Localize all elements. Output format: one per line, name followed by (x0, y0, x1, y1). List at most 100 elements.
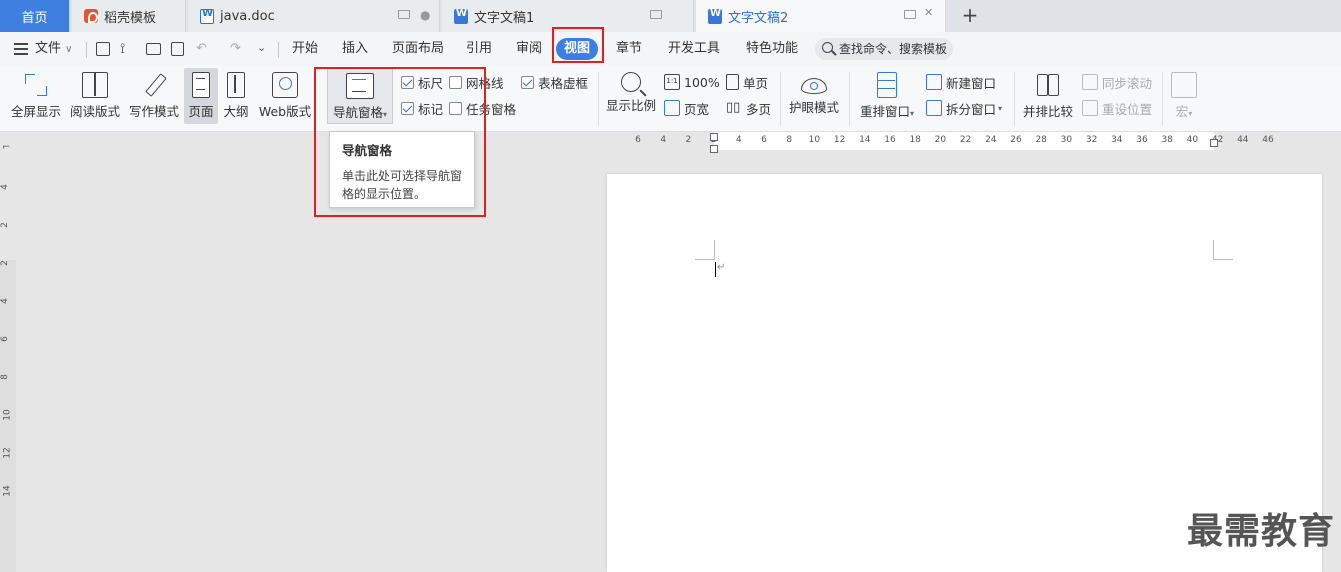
file-menu[interactable]: 文件 ∨ (35, 32, 72, 66)
monitor-icon[interactable] (398, 10, 410, 19)
single-page-button[interactable]: 单页 (726, 72, 768, 92)
tab-home-label: 首页 (21, 10, 48, 26)
ruler-tick-label: 8 (786, 135, 793, 145)
zoom-button[interactable]: 显示比例 (604, 68, 658, 124)
ruler-tick-label: 2 (685, 135, 692, 145)
single-page-icon (726, 74, 739, 90)
checkbox-checked-icon (521, 75, 534, 89)
highlight-view-tab (552, 27, 604, 63)
tab-doc2-label: 文字文稿2 (728, 10, 789, 26)
tab-stop-selector-icon[interactable]: ⌐ (2, 142, 10, 153)
outline-view-label: 大纲 (223, 104, 249, 119)
menu-special-features[interactable]: 特色功能 (746, 32, 798, 66)
pen-icon (141, 72, 167, 98)
right-indent-marker[interactable] (1210, 139, 1218, 147)
eye-protection-label: 护眼模式 (788, 100, 839, 115)
ruler-tick-label: 44 (1237, 135, 1249, 145)
ruler-tick-label: 24 (985, 135, 997, 145)
redo-icon[interactable]: ↷ (230, 41, 246, 57)
page-width-label: 页宽 (684, 101, 710, 117)
undo-icon[interactable]: ↶ (196, 41, 212, 57)
ruler-active-area (0, 160, 16, 260)
macro-button[interactable]: 宏▾ (1166, 68, 1202, 124)
divider (598, 72, 599, 126)
sync-scroll-label: 同步滚动 (1102, 75, 1153, 91)
reading-layout-button[interactable]: 阅读版式 (68, 68, 122, 124)
ruler-tick-label: 18 (909, 135, 921, 145)
multi-page-button[interactable]: ▯▯ 多页 (726, 98, 771, 118)
format-painter-icon[interactable]: ⟟ (120, 41, 136, 57)
menu-developer[interactable]: 开发工具 (668, 32, 720, 66)
sync-scroll-button[interactable]: 同步滚动 (1082, 72, 1152, 92)
ruler-tick-label: 6 (0, 336, 10, 342)
left-indent-marker[interactable] (710, 145, 718, 153)
reset-position-label: 重设位置 (1102, 101, 1153, 117)
writing-mode-button[interactable]: 写作模式 (126, 68, 182, 124)
outline-icon (227, 72, 245, 98)
ruler-tick-label: 12 (2, 447, 13, 459)
tab-doc1-label: 文字文稿1 (474, 10, 535, 26)
side-by-side-button[interactable]: 并排比较 (1020, 68, 1076, 124)
print-icon[interactable] (146, 43, 161, 55)
chevron-down-icon: ∨ (65, 44, 73, 55)
web-icon (272, 72, 298, 98)
tab-home[interactable]: 首页 (0, 0, 70, 32)
rearrange-windows-button[interactable]: 重排窗口▾ (856, 68, 918, 124)
menu-references[interactable]: 引用 (466, 32, 492, 66)
page-view-button[interactable]: 页面 (184, 68, 218, 124)
ruler-tick-label: 34 (1111, 135, 1123, 145)
zoom-100-label: 100% (684, 74, 720, 90)
divider (1014, 72, 1015, 126)
table-gridlines-checkbox[interactable]: 表格虚框 (521, 72, 588, 92)
table-gridlines-label: 表格虚框 (538, 75, 589, 91)
web-layout-label: Web版式 (258, 104, 312, 119)
multi-page-icon: ▯▯ (726, 100, 741, 115)
ruler-tick-label: 10 (2, 409, 13, 421)
ruler-tick-label: 10 (808, 135, 821, 145)
macro-label: 宏 (1175, 104, 1189, 119)
menu-insert[interactable]: 插入 (342, 32, 368, 66)
new-window-icon (926, 74, 942, 90)
divider (278, 42, 279, 58)
ruler-tick-label: 14 (2, 485, 13, 497)
writing-mode-label: 写作模式 (128, 104, 179, 119)
menu-page-layout[interactable]: 页面布局 (392, 32, 444, 66)
menu-chapter[interactable]: 章节 (616, 32, 642, 66)
web-layout-button[interactable]: Web版式 (256, 68, 314, 124)
tab-java-doc[interactable]: java.doc ● (188, 0, 440, 32)
reset-position-button[interactable]: 重设位置 (1082, 98, 1152, 118)
new-tab-plus-icon[interactable]: + (958, 4, 982, 28)
unsaved-dot-icon: ● (420, 8, 431, 22)
menu-review[interactable]: 审阅 (516, 32, 542, 66)
divider (86, 42, 87, 58)
one-to-one-icon: 1:1 (664, 74, 680, 90)
search-placeholder: 查找命令、搜索模板 (839, 42, 948, 56)
close-icon[interactable]: ✕ (924, 6, 933, 19)
tab-doc2[interactable]: 文字文稿2 ✕ (696, 0, 946, 32)
first-line-indent-marker[interactable] (710, 133, 718, 141)
highlight-nav-pane (314, 67, 486, 217)
eye-icon (801, 78, 827, 94)
save-icon[interactable] (96, 42, 110, 56)
ruler-tick-label: 2 (0, 260, 10, 266)
menu-home[interactable]: 开始 (292, 32, 318, 66)
divider (849, 72, 850, 126)
tab-daoke[interactable]: 稻壳模板 (72, 0, 186, 32)
page-width-button[interactable]: 页宽 (664, 98, 709, 118)
fullscreen-button[interactable]: 全屏显示 (8, 68, 64, 124)
ruler-tick-label: 6 (635, 135, 641, 145)
word-doc-icon (454, 8, 468, 24)
zoom-100-button[interactable]: 1:1 100% (664, 72, 720, 92)
customize-toolbar-icon[interactable]: ⌄ (257, 41, 273, 57)
ruler-tick-label: 36 (1136, 135, 1148, 145)
split-window-button[interactable]: 拆分窗口 ▾ (926, 98, 1002, 118)
hamburger-icon[interactable] (14, 43, 28, 58)
monitor-icon[interactable] (904, 10, 916, 19)
print-preview-icon[interactable] (171, 42, 184, 56)
search-commands-input[interactable]: 查找命令、搜索模板 (815, 38, 953, 60)
eye-protection-button[interactable]: 护眼模式 (786, 68, 842, 124)
new-window-button[interactable]: 新建窗口 (926, 72, 996, 92)
vertical-ruler[interactable]: 4 2 2 4 6 8 10 12 14 (0, 160, 16, 572)
outline-view-button[interactable]: 大纲 (220, 68, 252, 124)
monitor-icon[interactable] (650, 10, 662, 19)
